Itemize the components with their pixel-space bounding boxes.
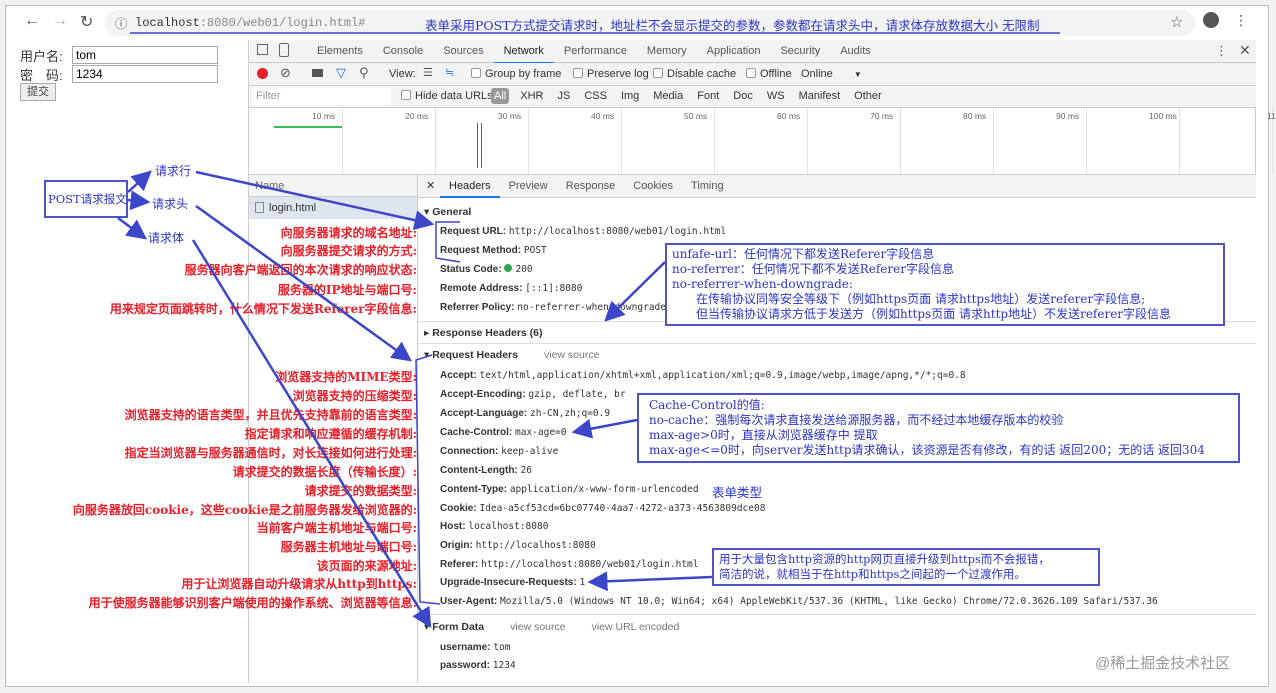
annotation-arrows — [117, 32, 1060, 629]
